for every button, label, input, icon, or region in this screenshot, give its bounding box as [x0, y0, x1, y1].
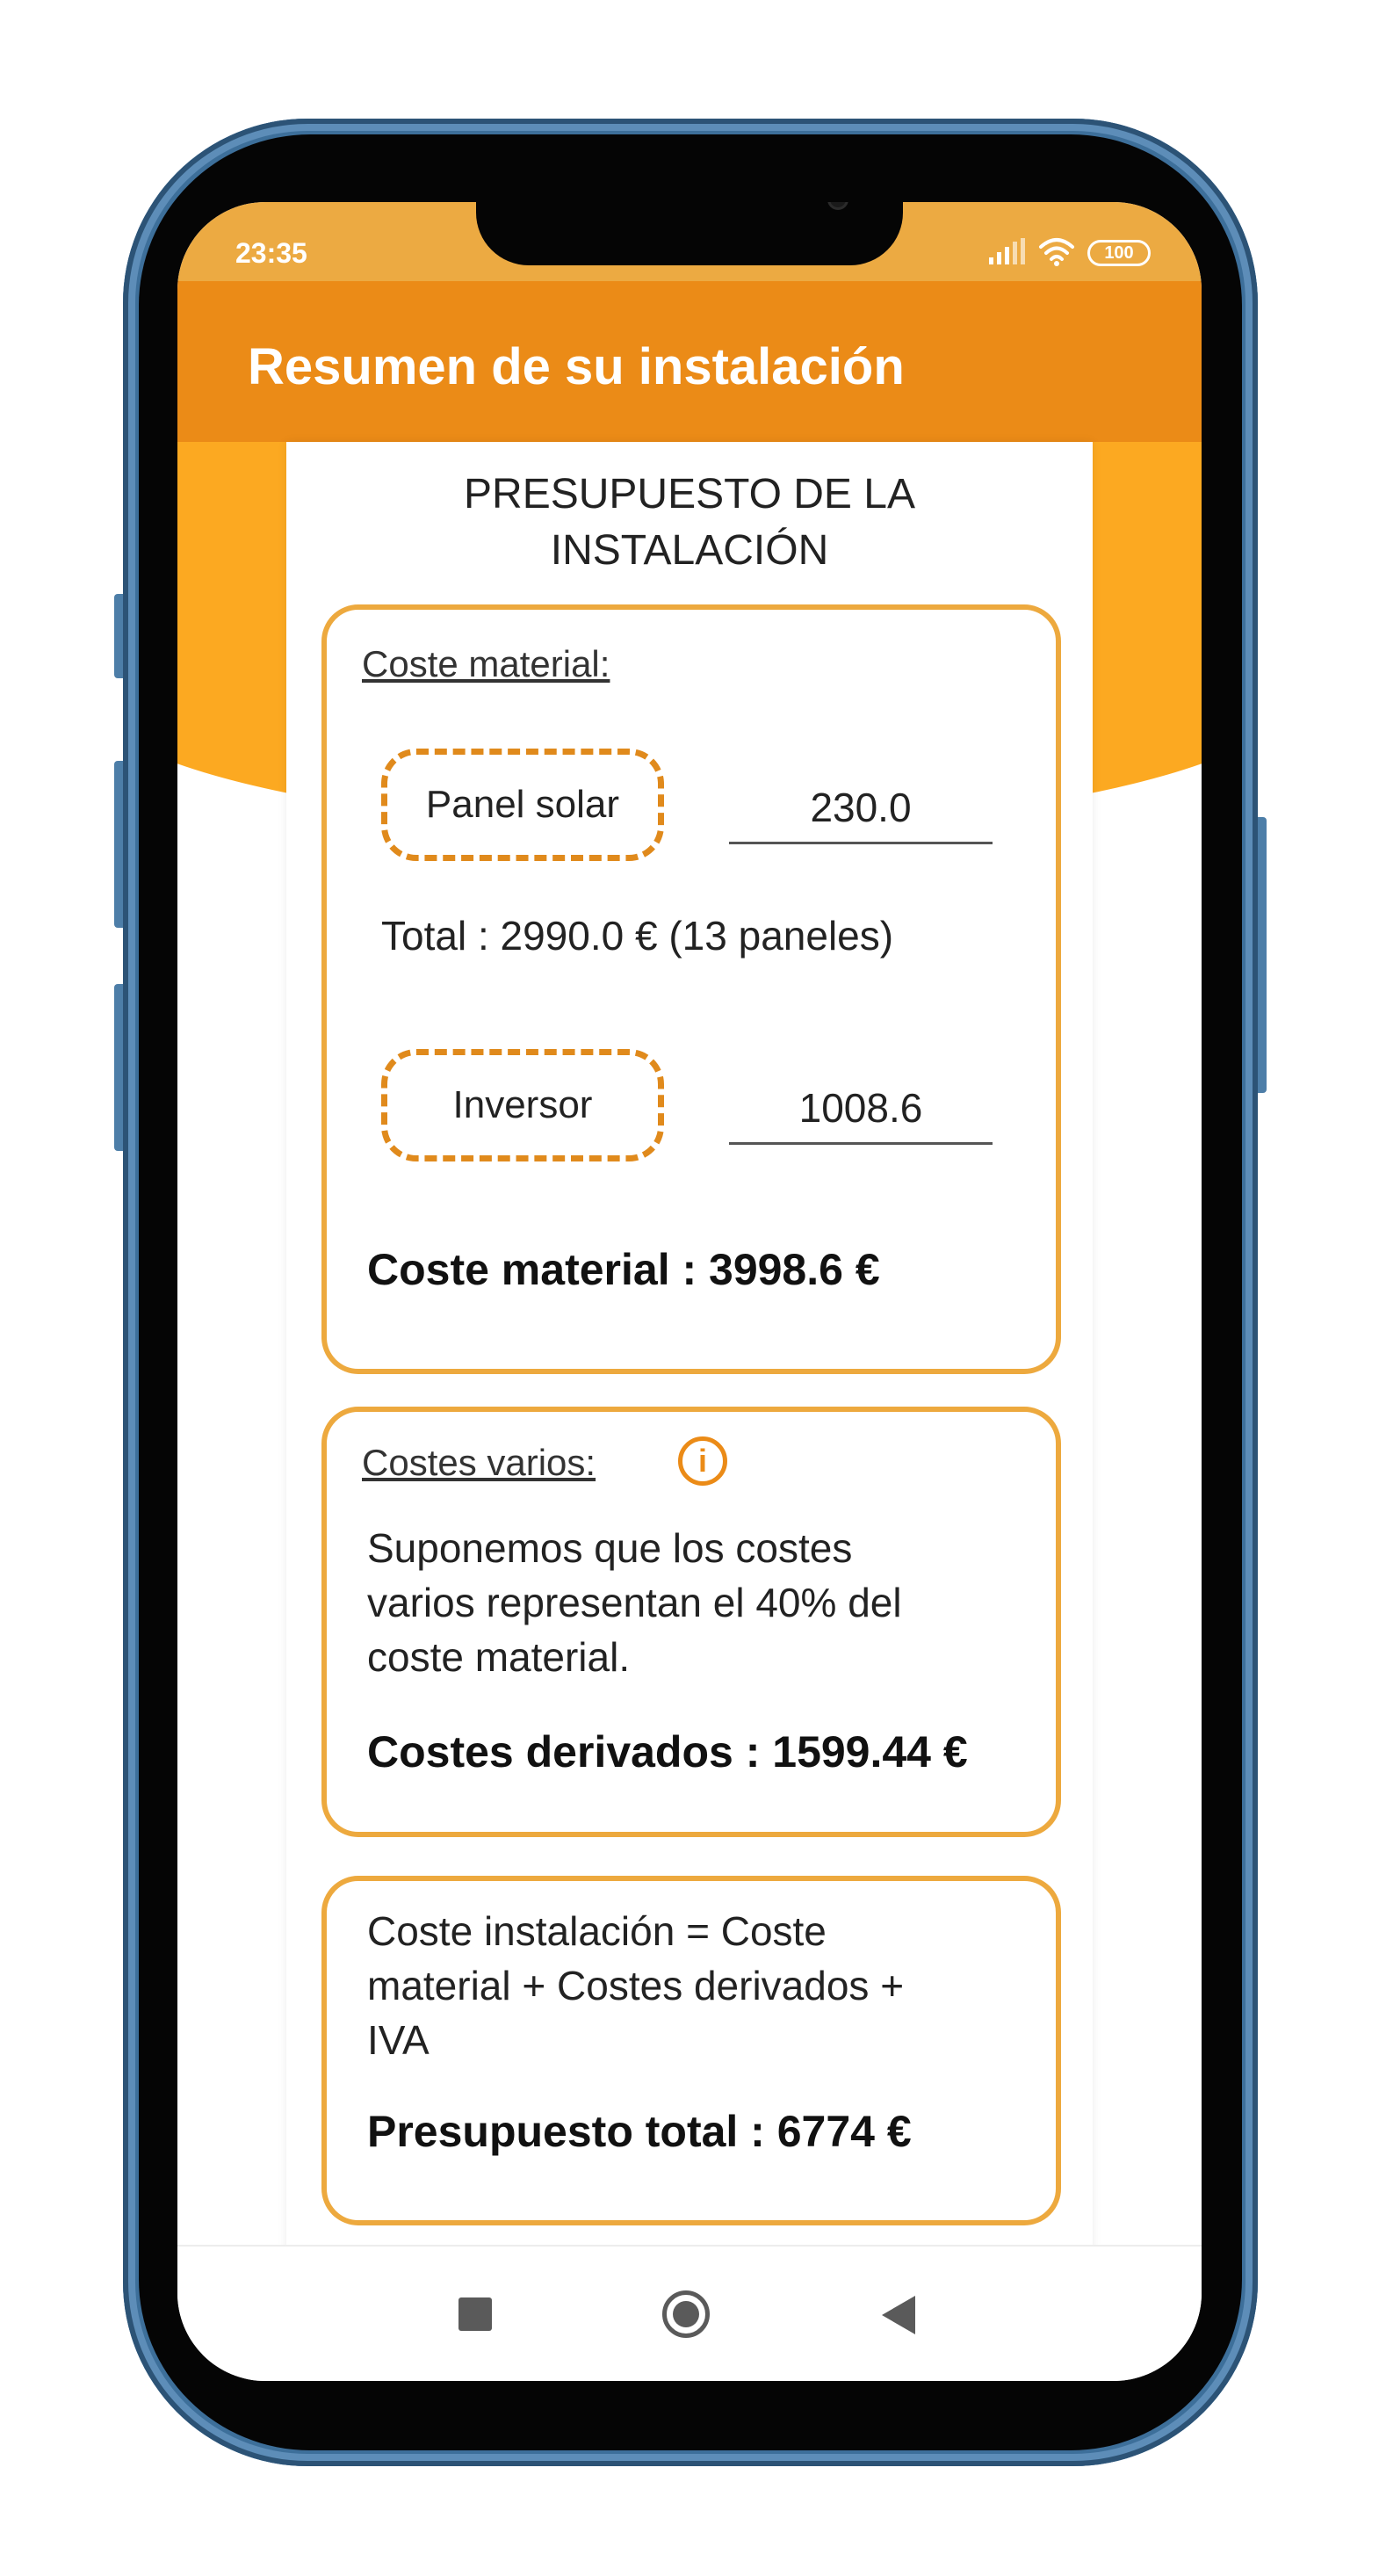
inversor-button[interactable]: Inversor [381, 1049, 664, 1161]
budget-card: PRESUPUESTO DE LA INSTALACIÓN Coste mate… [286, 442, 1093, 2287]
page: 23:35 100 Resumen de su instalación PRES… [0, 0, 1379, 2576]
navigation-bar [177, 2245, 1202, 2381]
panel-solar-label: Panel solar [425, 783, 620, 826]
misc-costs-description-line3: coste material. [367, 1634, 631, 1680]
app-bar: Resumen de su instalación [177, 281, 1202, 442]
app-title: Resumen de su instalación [248, 338, 905, 395]
misc-costs-description: Suponemos que los costes varios represen… [367, 1521, 902, 1684]
total-budget-box: Coste instalación = Coste material + Cos… [321, 1876, 1061, 2225]
panel-solar-button[interactable]: Panel solar [381, 749, 664, 861]
wifi-icon [1038, 236, 1075, 271]
installation-formula-line2: material + Costes derivados + [367, 1963, 905, 2008]
status-time: 23:35 [235, 237, 307, 269]
status-icons: 100 [989, 237, 1151, 269]
total-budget: Presupuesto total : 6774 € [367, 2107, 912, 2156]
misc-costs-description-line1: Suponemos que los costes [367, 1525, 853, 1571]
installation-formula-line3: IVA [367, 2017, 430, 2063]
recent-apps-square-icon[interactable] [458, 2297, 492, 2331]
misc-costs-description-line2: varios representan el 40% del [367, 1580, 902, 1625]
back-triangle-icon[interactable] [882, 2296, 915, 2334]
page-title-line2: INSTALACIÓN [550, 527, 829, 574]
panel-total-text: Total : 2990.0 € (13 paneles) [381, 913, 894, 959]
page-title: PRESUPUESTO DE LA INSTALACIÓN [286, 467, 1093, 579]
home-circle-icon[interactable] [662, 2290, 710, 2338]
signal-icon [989, 237, 1026, 269]
phone-screen: 23:35 100 Resumen de su instalación PRES… [177, 202, 1202, 2381]
info-icon[interactable]: i [678, 1436, 727, 1486]
material-cost-heading: Coste material: [362, 643, 610, 684]
material-cost-box: Coste material: Panel solar 230.0 Total … [321, 604, 1061, 1374]
inverter-price-input[interactable]: 1008.6 [729, 1074, 993, 1145]
panel-price-input[interactable]: 230.0 [729, 773, 993, 844]
battery-icon: 100 [1087, 240, 1151, 266]
page-title-line1: PRESUPUESTO DE LA [464, 471, 915, 517]
installation-formula: Coste instalación = Coste material + Cos… [367, 1904, 904, 2067]
misc-costs-box: Costes varios: i Suponemos que los coste… [321, 1407, 1061, 1837]
derived-costs-total: Costes derivados : 1599.44 € [367, 1727, 968, 1776]
inversor-label: Inversor [452, 1083, 593, 1126]
misc-costs-heading: Costes varios: [362, 1442, 596, 1483]
camera-icon [827, 202, 848, 210]
installation-formula-line1: Coste instalación = Coste [367, 1908, 827, 1954]
camera-notch [476, 202, 903, 265]
material-cost-total: Coste material : 3998.6 € [367, 1245, 880, 1294]
